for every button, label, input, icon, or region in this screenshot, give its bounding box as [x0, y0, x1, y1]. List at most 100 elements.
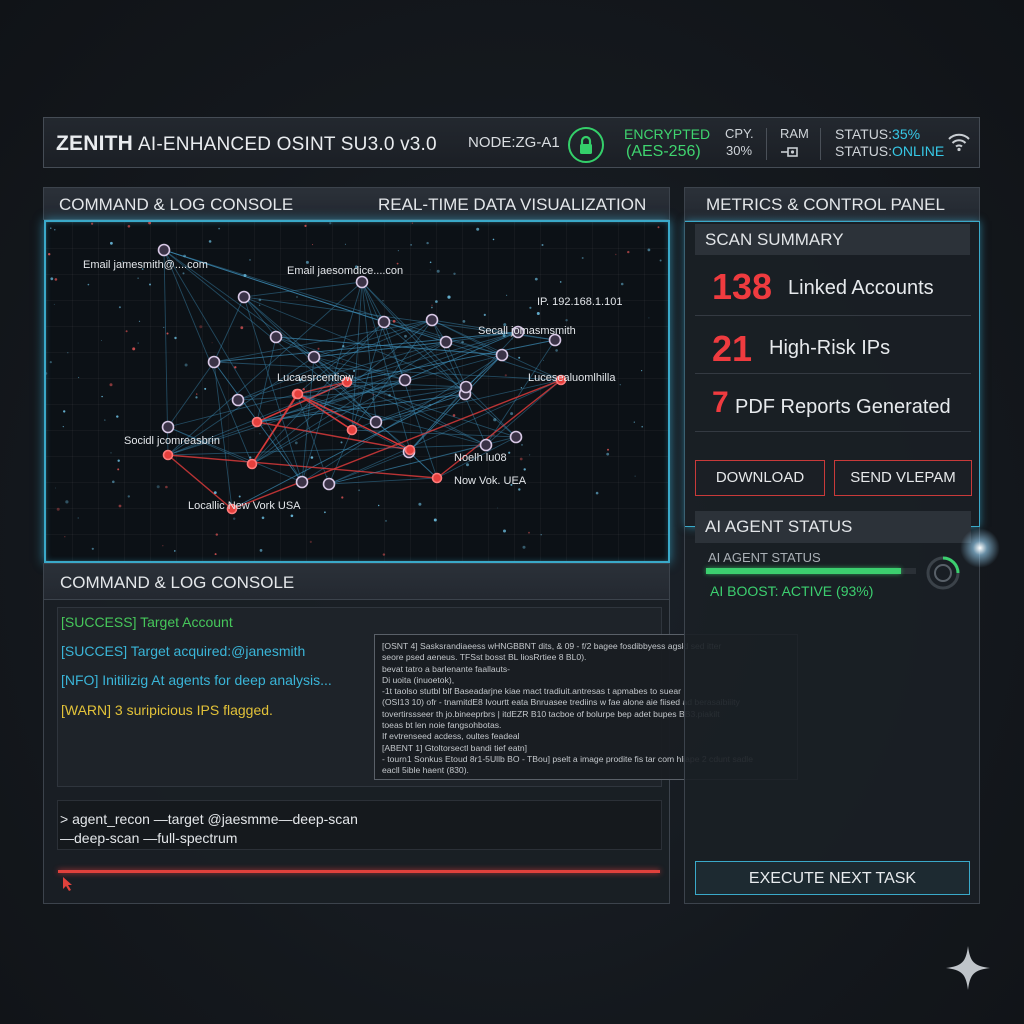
graph-particle	[521, 443, 523, 446]
log-line: [WARN] 3 suripicious IPS flagged.	[61, 702, 273, 718]
graph-node[interactable]	[509, 430, 523, 444]
graph-particle	[182, 272, 185, 275]
graph-particle	[156, 485, 160, 489]
sparkle-icon	[944, 944, 992, 997]
download-button[interactable]: DOWNLOAD	[695, 460, 825, 496]
log-line: [SUCCESS] Target Account	[61, 614, 233, 630]
graph-edge	[243, 296, 315, 358]
top-bar: ZENITH AI-ENHANCED OSINT SU3.0 v3.0 NODE:…	[43, 117, 980, 168]
graph-particle	[529, 454, 531, 456]
graph-node[interactable]	[369, 415, 383, 429]
console-tab-title[interactable]: COMMAND & LOG CONSOLE	[59, 195, 293, 215]
console-panel: COMMAND & LOG CONSOLE [SUCCESS] Target A…	[43, 563, 798, 904]
graph-node[interactable]	[157, 243, 171, 257]
graph-particle	[91, 547, 94, 550]
graph-node[interactable]	[439, 335, 453, 349]
graph-particle	[310, 456, 314, 459]
graph-node-risk[interactable]	[251, 416, 263, 428]
boost-progress-track	[706, 568, 916, 574]
graph-particle	[174, 336, 177, 340]
visualization-tab-title[interactable]: REAL-TIME DATA VISUALIZATION	[378, 195, 646, 215]
graph-particle	[429, 269, 431, 271]
graph-particle	[339, 393, 341, 395]
encrypted-label: ENCRYPTED	[624, 126, 711, 142]
graph-particle	[208, 240, 212, 243]
graph-particle	[358, 489, 360, 492]
graph-particle	[304, 224, 307, 227]
graph-node-risk[interactable]	[292, 388, 304, 400]
graph-node-risk[interactable]	[431, 472, 443, 484]
graph-node[interactable]	[231, 393, 245, 407]
graph-particle	[211, 342, 213, 344]
graph-edge	[328, 477, 438, 485]
graph-particle	[648, 317, 650, 319]
graph-node-risk[interactable]	[404, 444, 416, 456]
graph-label: Email jamesmith@....com	[83, 259, 208, 271]
command-input[interactable]: > agent_recon —target @jaesmme—deep-scan…	[57, 800, 662, 850]
graph-particle	[218, 227, 220, 230]
graph-node-risk[interactable]	[346, 424, 358, 436]
graph-particle	[326, 475, 328, 477]
graph-particle	[461, 340, 464, 344]
graph-node[interactable]	[479, 438, 493, 452]
graph-particle	[522, 545, 526, 549]
ram-chip-icon	[780, 145, 804, 164]
graph-node[interactable]	[495, 348, 509, 362]
graph-node[interactable]	[161, 420, 175, 434]
graph-particle	[149, 283, 151, 286]
execute-next-task-button[interactable]: EXECUTE NEXT TASK	[695, 861, 970, 895]
graph-node-risk[interactable]	[246, 458, 258, 470]
graph-node-risk[interactable]	[162, 449, 174, 461]
encryption-type: (AES-256)	[626, 143, 701, 160]
graph-node[interactable]	[398, 373, 412, 387]
metric-pdf-reports: 7 PDF Reports Generated	[695, 374, 971, 432]
graph-particle	[110, 241, 113, 245]
graph-particle	[540, 534, 542, 536]
graph-particle	[305, 260, 309, 264]
metric-label: Linked Accounts	[788, 277, 934, 299]
graph-node[interactable]	[295, 475, 309, 489]
graph-node[interactable]	[459, 380, 473, 394]
graph-particle	[382, 553, 386, 556]
graph-label: IP. 192.168.1.101	[537, 296, 623, 308]
graph-node[interactable]	[307, 350, 321, 364]
graph-node[interactable]	[237, 290, 251, 304]
graph-node[interactable]	[322, 477, 336, 491]
graph-particle	[433, 518, 437, 522]
graph-particle	[243, 274, 247, 277]
graph-particle	[342, 345, 345, 348]
graph-particle	[372, 327, 374, 329]
graph-node[interactable]	[425, 313, 439, 327]
send-button[interactable]: SEND VLEPAM	[834, 460, 972, 496]
graph-particle	[196, 393, 198, 395]
graph-particle	[543, 360, 545, 361]
graph-particle	[404, 334, 407, 338]
graph-particle	[290, 514, 294, 518]
graph-label: Now Vok. UEA	[454, 475, 527, 487]
graph-particle	[56, 507, 60, 511]
graph-node[interactable]	[377, 315, 391, 329]
metric-label: High-Risk IPs	[769, 337, 891, 359]
metric-linked-accounts: 138 Linked Accounts	[695, 258, 971, 316]
graph-particle	[410, 244, 412, 246]
command-line: > agent_recon —target @jaesmme—deep-scan	[60, 811, 358, 827]
graph-particle	[606, 452, 610, 456]
status-label: STATUS:	[835, 143, 893, 159]
graph-node[interactable]	[355, 275, 369, 289]
metric-value: 138	[712, 266, 773, 307]
console-title: COMMAND & LOG CONSOLE	[60, 573, 295, 592]
status-label: STATUS:	[835, 126, 893, 142]
graph-particle	[506, 294, 508, 296]
graph-particle	[238, 495, 241, 498]
graph-particle	[536, 312, 540, 315]
graph-node[interactable]	[269, 330, 283, 344]
graph-node[interactable]	[207, 355, 221, 369]
network-visualization[interactable]: Email jamesmith@....com Email jaesomdice…	[44, 220, 670, 563]
scan-summary-title: SCAN SUMMARY	[705, 230, 844, 249]
graph-particle	[312, 244, 314, 246]
graph-particle	[497, 507, 499, 509]
graph-particle	[258, 304, 261, 306]
graph-particle	[91, 222, 94, 225]
graph-particle	[633, 421, 635, 423]
graph-particle	[162, 545, 164, 547]
